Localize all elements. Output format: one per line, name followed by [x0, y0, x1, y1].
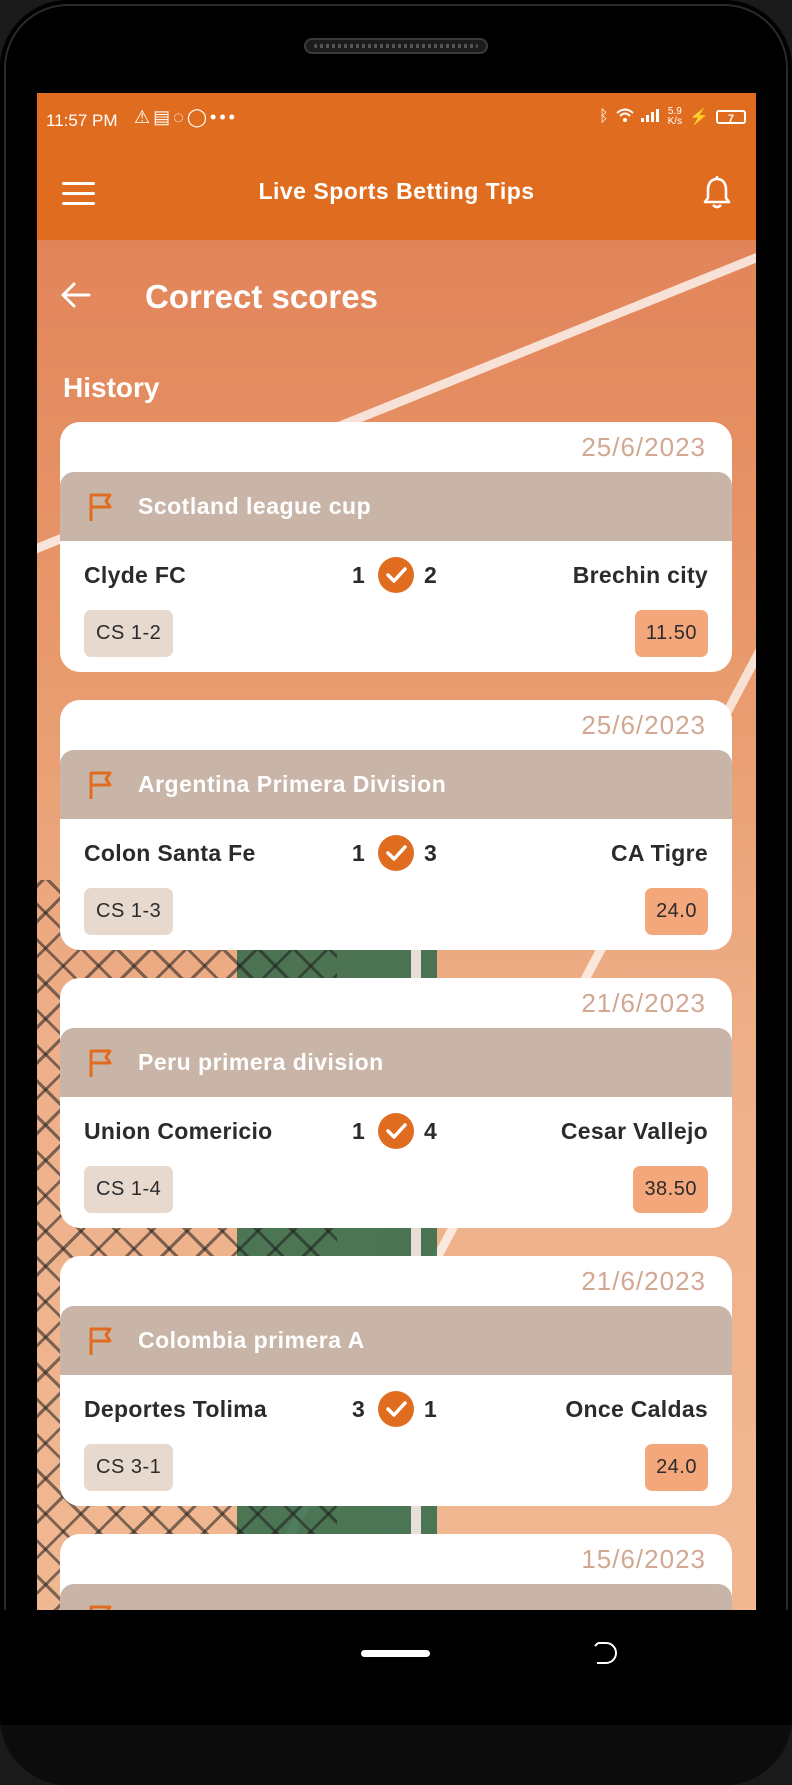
home-team: Colon Santa Fe — [84, 840, 256, 866]
page-header: Correct scores — [37, 240, 756, 360]
odds-badge: 24.0 — [645, 1444, 708, 1491]
match-card[interactable]: 21/6/2023 Peru primera division Union Co… — [60, 978, 732, 1228]
earpiece-speaker — [304, 38, 488, 54]
home-team: Deportes Tolima — [84, 1396, 267, 1422]
back-gesture-icon[interactable] — [592, 1640, 618, 1671]
league-bar: Scotland league cup — [60, 472, 732, 541]
league-bar: Peru primera division — [60, 1028, 732, 1097]
flag-icon — [89, 771, 112, 799]
wifi-icon — [615, 108, 634, 127]
warning-icon: ⚠ — [134, 107, 154, 127]
league-name: Colombia primera A — [138, 1327, 365, 1353]
home-pill-icon[interactable] — [361, 1650, 430, 1657]
notification-icons: ⚠▤◌◯••• — [134, 107, 238, 128]
check-circle-icon — [378, 1391, 414, 1427]
prediction-badge: CS 3-1 — [84, 1444, 174, 1491]
app-title: Live Sports Betting Tips — [258, 178, 535, 204]
away-team: Once Caldas — [565, 1396, 708, 1422]
away-team: Brechin city — [572, 562, 708, 588]
messenger-icon: ◌ — [173, 107, 187, 127]
odds-badge: 38.50 — [633, 1166, 708, 1213]
league-bar: Argentina Primera Division — [60, 750, 732, 819]
page-title: Correct scores — [145, 278, 378, 315]
home-score: 1 — [352, 840, 365, 866]
odds-badge: 24.0 — [645, 888, 708, 935]
match-card[interactable]: 21/6/2023 Colombia primera A Deportes To… — [60, 1256, 732, 1506]
prediction-badge: CS 1-4 — [84, 1166, 174, 1213]
league-name: Scotland league cup — [138, 493, 372, 519]
league-bar — [60, 1584, 732, 1611]
flag-icon — [89, 493, 112, 521]
charging-icon: ⚡ — [689, 109, 709, 126]
check-circle-icon — [378, 835, 414, 871]
prediction-badge: CS 1-3 — [84, 888, 174, 935]
flag-icon — [89, 1049, 112, 1077]
home-score: 1 — [352, 562, 365, 588]
system-nav-bar — [0, 1610, 792, 1725]
match-card[interactable]: 25/6/2023 Argentina Primera Division Col… — [60, 700, 732, 950]
match-date: 25/6/2023 — [581, 432, 706, 462]
screen: 11:57 PM ⚠▤◌◯••• ᛒ 5.9 K/s ⚡ 7 Live Sport… — [37, 93, 756, 1611]
net-speed-unit: K/s — [667, 116, 683, 127]
home-team: Union Comericio — [84, 1118, 273, 1144]
net-speed: 5.9 K/s — [668, 107, 682, 127]
away-team: Cesar Vallejo — [560, 1118, 708, 1144]
odds-badge: 11.50 — [634, 610, 708, 657]
away-team: CA Tigre — [611, 840, 708, 866]
battery-icon: 7 — [716, 110, 746, 125]
flag-icon — [89, 1327, 112, 1355]
match-date: 15/6/2023 — [581, 1544, 706, 1574]
check-circle-icon — [378, 557, 414, 593]
home-team: Clyde FC — [84, 562, 187, 588]
match-date: 25/6/2023 — [581, 710, 706, 740]
signal-icon — [640, 108, 661, 127]
away-score: 3 — [424, 840, 437, 866]
prediction-badge: CS 1-2 — [84, 610, 174, 657]
bottom-bezel — [0, 1725, 792, 1785]
status-time: 11:57 PM — [46, 111, 118, 130]
home-score: 3 — [352, 1396, 365, 1422]
system-icons: ᛒ 5.9 K/s ⚡ 7 — [599, 107, 746, 127]
league-name: Argentina Primera Division — [138, 771, 447, 797]
more-dots-icon: ••• — [210, 107, 238, 127]
match-card[interactable]: 25/6/2023 Scotland league cup Clyde FC 1… — [60, 422, 732, 672]
away-score: 4 — [424, 1118, 437, 1144]
phone-frame: 11:57 PM ⚠▤◌◯••• ᛒ 5.9 K/s ⚡ 7 Live Sport… — [0, 0, 792, 1785]
bell-icon[interactable] — [702, 176, 732, 215]
bluetooth-icon: ᛒ — [599, 108, 609, 125]
league-name: Peru primera division — [138, 1049, 384, 1075]
league-bar: Colombia primera A — [60, 1306, 732, 1375]
status-bar: 11:57 PM ⚠▤◌◯••• ᛒ 5.9 K/s ⚡ 7 — [37, 93, 756, 148]
news-icon: ▤ — [153, 107, 174, 127]
match-date: 21/6/2023 — [581, 1266, 706, 1296]
back-arrow-icon[interactable] — [61, 282, 91, 313]
away-score: 2 — [424, 562, 437, 588]
away-score: 1 — [424, 1396, 437, 1422]
match-card[interactable]: 15/6/2023 — [60, 1534, 732, 1611]
home-score: 1 — [352, 1118, 365, 1144]
app-bar: Live Sports Betting Tips — [37, 148, 756, 240]
section-title: History — [63, 372, 160, 403]
check-circle-icon — [378, 1113, 414, 1149]
match-date: 21/6/2023 — [581, 988, 706, 1018]
whatsapp-icon: ◯ — [186, 107, 211, 127]
